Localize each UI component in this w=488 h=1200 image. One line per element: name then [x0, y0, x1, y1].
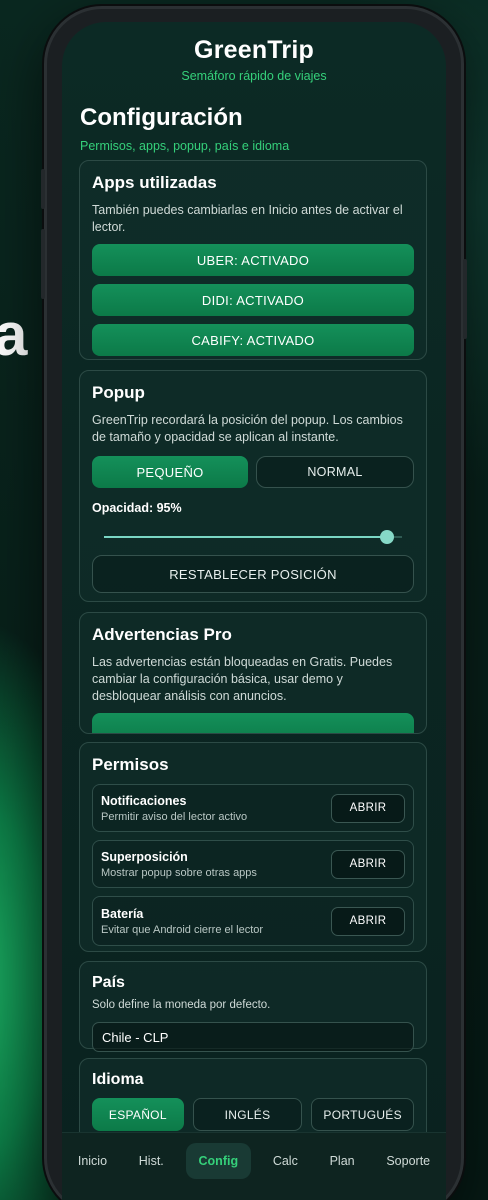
nav-item-inicio[interactable]: Inicio [68, 1143, 117, 1179]
popup-card: Popup GreenTrip recordará la posición de… [79, 370, 427, 602]
nav-item-plan[interactable]: Plan [320, 1143, 365, 1179]
popup-size-selector: PEQUEÑO NORMAL [92, 456, 414, 488]
apps-card-title: Apps utilizadas [92, 173, 217, 192]
permission-info: Notificaciones Permitir aviso del lector… [101, 794, 247, 823]
open-battery-button[interactable]: ABRIR [331, 906, 405, 936]
bottom-navigation: Inicio Hist. Config Calc Plan Soporte [62, 1132, 446, 1200]
didi-toggle-button[interactable]: DIDI: ACTIVADO [92, 284, 414, 316]
permission-desc: Permitir aviso del lector activo [101, 810, 248, 823]
background-text: a [0, 301, 28, 368]
pro-unlock-button[interactable] [92, 713, 414, 733]
apps-card: Apps utilizadas También puedes cambiarla… [79, 160, 427, 360]
permission-desc: Mostrar popup sobre otras apps [101, 866, 257, 879]
size-normal-button[interactable]: NORMAL [256, 456, 414, 488]
uber-toggle-button[interactable]: UBER: ACTIVADO [92, 244, 414, 276]
language-selector: ESPAÑOL INGLÉS PORTUGUÉS [92, 1098, 414, 1131]
permission-notifications: Notificaciones Permitir aviso del lector… [92, 784, 414, 832]
country-card-title: País [92, 974, 125, 991]
permission-title: Batería [101, 906, 144, 921]
popup-card-text: GreenTrip recordará la posición del popu… [92, 413, 403, 444]
permission-overlay: Superposición Mostrar popup sobre otras … [92, 840, 414, 888]
language-card-title: Idioma [92, 1071, 144, 1088]
permissions-card-title: Permisos [92, 755, 169, 774]
phone-side-button [41, 169, 45, 209]
app-title: GreenTrip [194, 36, 314, 64]
app-header: GreenTrip Semáforo rápido de viajes [62, 22, 446, 83]
reset-position-button[interactable]: RESTABLECER POSICIÓN [92, 555, 414, 593]
pro-card-title: Advertencias Pro [92, 625, 232, 644]
country-card: País Solo define la moneda por defecto. … [79, 961, 427, 1052]
permission-battery: Batería Evitar que Android cierre el lec… [92, 896, 414, 946]
pro-warnings-card: Advertencias Pro Las advertencias están … [79, 612, 427, 734]
permission-desc: Evitar que Android cierre el lector [101, 923, 264, 936]
country-select[interactable]: Chile - CLP [92, 1022, 414, 1052]
page-subtitle: Permisos, apps, popup, país e idioma [80, 139, 290, 153]
nav-item-soporte[interactable]: Soporte [376, 1143, 440, 1179]
slider-fill [104, 536, 388, 538]
cabify-toggle-button[interactable]: CABIFY: ACTIVADO [92, 324, 414, 356]
slider-thumb[interactable] [380, 530, 395, 544]
permission-info: Batería Evitar que Android cierre el lec… [101, 907, 263, 936]
open-notifications-button[interactable]: ABRIR [331, 793, 405, 823]
nav-item-calc[interactable]: Calc [263, 1143, 308, 1179]
open-overlay-button[interactable]: ABRIR [331, 849, 405, 879]
popup-card-title: Popup [92, 383, 145, 402]
page-title: Configuración [80, 104, 243, 131]
nav-item-config[interactable]: Config [185, 1143, 252, 1179]
opacity-slider[interactable] [104, 527, 402, 547]
apps-card-text: También puedes cambiarlas en Inicio ante… [92, 203, 403, 234]
language-portuguese-button[interactable]: PORTUGUÉS [311, 1098, 414, 1131]
phone-volume-button [41, 229, 45, 299]
permissions-card: Permisos Notificaciones Permitir aviso d… [79, 742, 427, 952]
language-english-button[interactable]: INGLÉS [192, 1098, 303, 1131]
permission-title: Superposición [101, 849, 188, 864]
permission-title: Notificaciones [101, 793, 187, 808]
country-card-text: Solo define la moneda por defecto. [92, 999, 271, 1011]
permission-info: Superposición Mostrar popup sobre otras … [101, 850, 257, 879]
opacity-label: Opacidad: 95% [92, 501, 182, 515]
nav-item-historial[interactable]: Hist. [129, 1143, 174, 1179]
phone-power-button [463, 259, 467, 339]
app-subtitle: Semáforo rápido de viajes [181, 69, 327, 83]
size-small-button[interactable]: PEQUEÑO [92, 456, 248, 488]
language-spanish-button[interactable]: ESPAÑOL [92, 1098, 184, 1131]
app-screen: GreenTrip Semáforo rápido de viajes Conf… [62, 22, 446, 1200]
pro-card-text: Las advertencias están bloqueadas en Gra… [92, 655, 393, 703]
